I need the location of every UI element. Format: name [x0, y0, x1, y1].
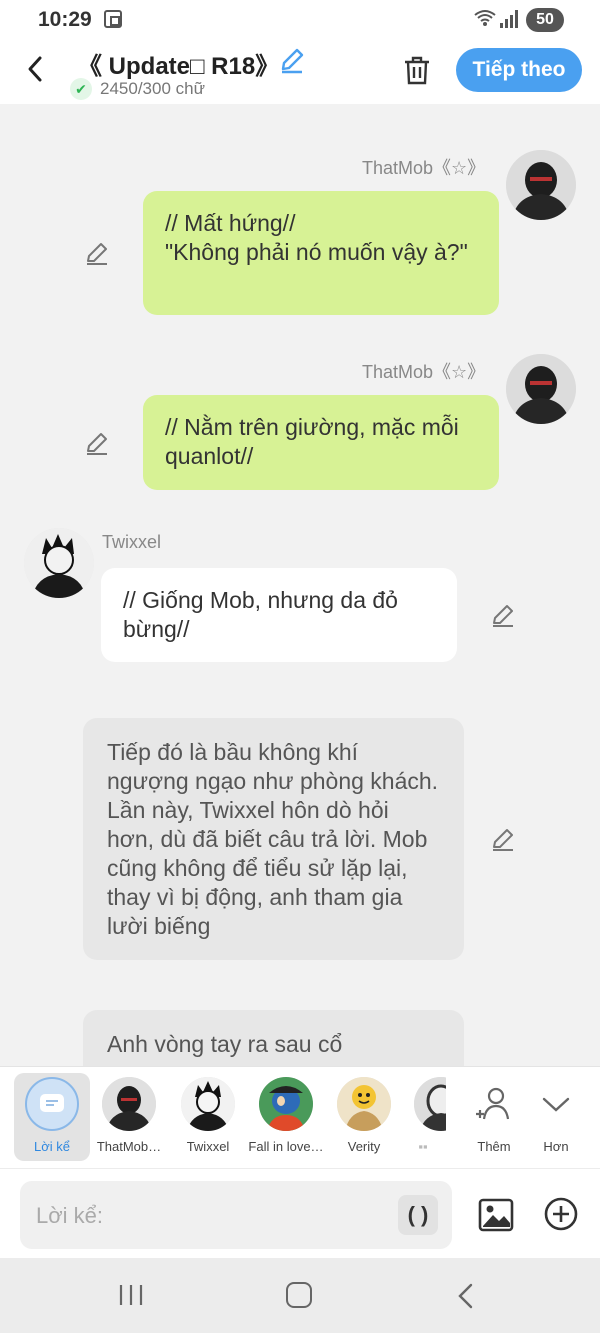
message-bubble[interactable]: // Nằm trên giường, mặc mỗi quanlot//	[143, 395, 499, 490]
character-chip-fall-in-love[interactable]: Fall in love…	[246, 1075, 326, 1154]
nav-back-icon[interactable]	[456, 1282, 476, 1310]
edit-pencil-icon[interactable]	[490, 602, 516, 628]
next-button[interactable]: Tiếp theo	[456, 48, 582, 92]
word-count: ✔ 2450/300 chữ	[70, 78, 205, 100]
composer: Lời kể: ( )	[0, 1168, 600, 1258]
more-label: Hơn	[543, 1139, 569, 1154]
add-circle-icon[interactable]	[544, 1197, 578, 1231]
character-label: ThatMob…	[96, 1139, 162, 1154]
character-label-partial: ▪▪	[418, 1139, 428, 1154]
character-label: Verity	[347, 1139, 381, 1154]
character-avatar	[414, 1077, 446, 1131]
parentheses-button[interactable]: ( )	[398, 1195, 438, 1235]
wifi-icon	[474, 9, 496, 32]
trash-icon[interactable]	[402, 54, 432, 86]
home-icon[interactable]	[286, 1282, 312, 1308]
system-nav-bar	[0, 1258, 600, 1333]
check-icon: ✔	[70, 78, 92, 100]
status-bar: 10:29 50	[0, 0, 600, 38]
edit-pencil-icon[interactable]	[84, 240, 110, 266]
character-bar: Lời kể ThatMob… Twixxel Fall in love… Ve…	[0, 1066, 600, 1168]
message-bubble[interactable]: // Giống Mob, nhưng da đỏ bừng//	[101, 568, 457, 662]
character-label: Twixxel	[186, 1139, 230, 1154]
edit-title-pencil-icon[interactable]	[278, 46, 306, 74]
input-placeholder: Lời kể:	[36, 1203, 104, 1228]
avatar-twixxel[interactable]	[24, 528, 94, 598]
character-avatar	[181, 1077, 235, 1131]
character-avatar	[102, 1077, 156, 1131]
story-chat: ThatMob《☆》 // Mất hứng// "Không phải nó …	[0, 104, 600, 1066]
narration-bubble[interactable]: Anh vòng tay ra sau cổ	[83, 1010, 464, 1066]
narration-chip-label: Lời kể	[34, 1139, 70, 1154]
character-chip-partial[interactable]: ▪▪	[400, 1075, 446, 1154]
battery-badge: 50	[526, 8, 564, 32]
narration-input[interactable]: Lời kể: ( )	[20, 1181, 452, 1249]
narration-bubble[interactable]: Tiếp đó là bầu không khí ngượng ngạo như…	[83, 718, 464, 960]
speaker-name: ThatMob《☆》	[362, 362, 486, 382]
edit-pencil-icon[interactable]	[84, 430, 110, 456]
back-icon[interactable]	[22, 52, 52, 86]
more-button[interactable]: Hơn	[516, 1075, 596, 1154]
character-chip-verity[interactable]: Verity	[324, 1075, 404, 1154]
narration-icon	[25, 1077, 79, 1131]
character-chip-thatmob[interactable]: ThatMob…	[89, 1075, 169, 1154]
character-avatar	[337, 1077, 391, 1131]
status-time: 10:29	[38, 8, 92, 31]
editor-header: 《 Update□ R18》 ✔ 2450/300 chữ Tiếp theo	[0, 38, 600, 104]
message-bubble[interactable]: // Mất hứng// "Không phải nó muốn vậy à?…	[143, 191, 499, 315]
narration-chip[interactable]: Lời kể	[14, 1073, 90, 1161]
chevron-down-icon	[516, 1075, 596, 1131]
avatar-thatmob[interactable]	[506, 354, 576, 424]
screenshot-icon	[104, 10, 122, 28]
signal-icon	[500, 10, 520, 28]
message-text: // Nằm trên giường, mặc mỗi quanlot//	[165, 414, 459, 469]
speaker-name: ThatMob《☆》	[362, 158, 486, 178]
narration-text: Tiếp đó là bầu không khí ngượng ngạo như…	[107, 739, 439, 939]
character-label: Fall in love…	[248, 1139, 324, 1154]
character-avatar	[259, 1077, 313, 1131]
avatar-thatmob[interactable]	[506, 150, 576, 220]
message-text: // Giống Mob, nhưng da đỏ bừng//	[123, 587, 398, 642]
story-title[interactable]: 《 Update□ R18》	[78, 46, 279, 81]
recent-apps-icon[interactable]	[118, 1284, 144, 1306]
message-text: // Mất hứng// "Không phải nó muốn vậy à?…	[165, 210, 468, 265]
narration-text: Anh vòng tay ra sau cổ	[107, 1031, 343, 1057]
edit-pencil-icon[interactable]	[490, 826, 516, 852]
word-count-text: 2450/300 chữ	[100, 79, 205, 98]
speaker-name: Twixxel	[102, 532, 162, 552]
image-icon[interactable]	[478, 1197, 514, 1233]
character-chip-twixxel[interactable]: Twixxel	[168, 1075, 248, 1154]
